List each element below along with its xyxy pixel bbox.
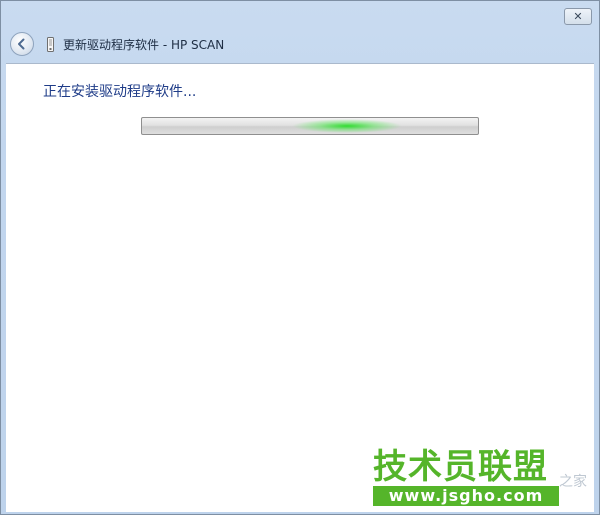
progress-bar	[141, 117, 479, 135]
back-arrow-icon	[18, 38, 25, 50]
device-icon	[47, 37, 54, 52]
close-button[interactable]: ✕	[564, 8, 592, 25]
window-title: 更新驱动程序软件 - HP SCAN	[63, 38, 225, 52]
status-heading: 正在安装驱动程序软件...	[43, 84, 197, 100]
close-icon: ✕	[573, 10, 583, 23]
watermark: 技术员联盟 www.jsgho.com	[373, 448, 563, 506]
installer-window: ✕ 更新驱动程序软件 - HP SCAN 正在安装驱动程序软件... 技术员联盟…	[0, 0, 600, 515]
content-panel: 正在安装驱动程序软件...	[6, 63, 594, 512]
watermark-tail: 之家	[559, 474, 587, 490]
back-button[interactable]	[10, 32, 34, 56]
watermark-brand: 技术员联盟	[373, 447, 548, 487]
watermark-url: www.jsgho.com	[373, 486, 559, 506]
progress-glow	[292, 119, 402, 133]
